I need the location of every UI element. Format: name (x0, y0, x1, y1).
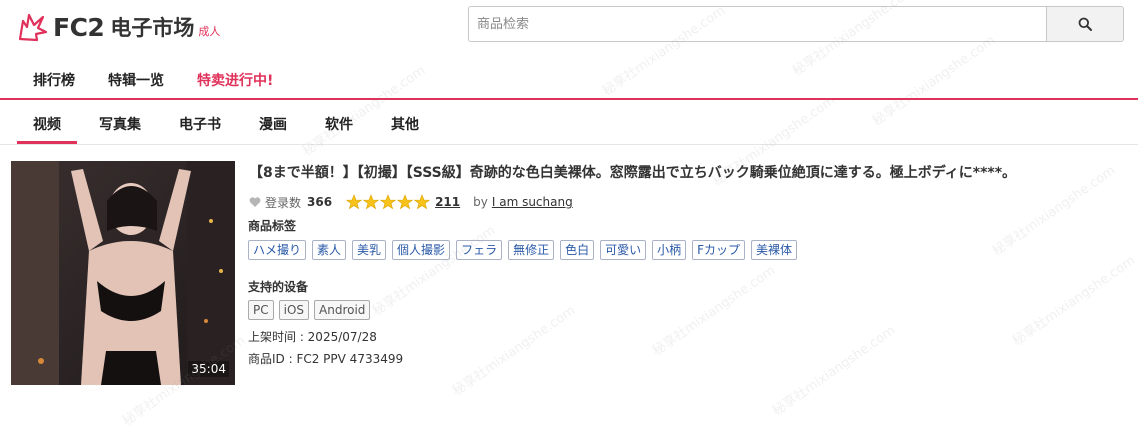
watermark: 秘享社mixiangshe.com (1010, 253, 1138, 350)
tag-item[interactable]: 無修正 (508, 240, 555, 260)
top-nav: 排行榜 特辑一览 特卖进行中! (0, 60, 1138, 100)
tag-item[interactable]: 色白 (560, 240, 595, 260)
tag-item[interactable]: フェラ (456, 240, 503, 260)
search-button[interactable] (1046, 6, 1124, 42)
star-icon (380, 194, 397, 210)
release-date: 上架时间 : 2025/07/28 (248, 330, 377, 344)
tab-other[interactable]: 其他 (391, 114, 419, 134)
tag-item[interactable]: 美乳 (352, 240, 387, 260)
device-list: PC iOS Android (248, 300, 375, 320)
video-duration: 35:04 (188, 361, 229, 377)
device-badge: Android (314, 300, 371, 320)
devices-label: 支持的设备 (248, 280, 309, 294)
active-tab-indicator (17, 141, 77, 144)
logo-text: FC2 (53, 13, 105, 42)
header: FC2 电子市场 成人 (0, 0, 1138, 52)
device-badge: iOS (278, 300, 310, 320)
logo-icon (18, 13, 48, 42)
tab-comic[interactable]: 漫画 (259, 114, 287, 134)
product-meta: 登录数 366 211 by I am suchang (249, 193, 573, 211)
tab-photobook[interactable]: 写真集 (99, 114, 141, 134)
watermark: 秘享社mixiangshe.com (770, 323, 899, 420)
device-badge: PC (248, 300, 274, 320)
star-icon (346, 194, 363, 210)
tag-item[interactable]: 可愛い (600, 240, 647, 260)
tab-ebook[interactable]: 电子书 (179, 114, 221, 134)
watermark: 秘享社mixiangshe.com (450, 303, 579, 400)
tab-software[interactable]: 软件 (325, 114, 353, 134)
heart-icon[interactable] (249, 196, 261, 208)
tag-item[interactable]: Fカップ (692, 240, 746, 260)
watermark: 秘享社mixiangshe.com (650, 263, 779, 360)
tag-item[interactable]: ハメ撮り (248, 240, 307, 260)
nav-ranking[interactable]: 排行榜 (33, 70, 75, 90)
thumbnail-image (11, 161, 235, 385)
tags-label: 商品标签 (248, 219, 297, 233)
review-count-link[interactable]: 211 (435, 195, 460, 209)
nav-features[interactable]: 特辑一览 (108, 70, 164, 90)
by-label: by (473, 195, 488, 209)
site-logo[interactable]: FC2 电子市场 成人 (17, 9, 220, 43)
favorite-label: 登录数 (265, 195, 302, 210)
tag-item[interactable]: 美裸体 (751, 240, 798, 260)
search-bar (468, 6, 1124, 42)
logo-market-text: 电子市场 (110, 16, 195, 40)
rating-stars (346, 194, 431, 210)
nav-sale[interactable]: 特卖进行中! (197, 70, 273, 90)
logo-adult-text: 成人 (198, 25, 221, 38)
tag-item[interactable]: 小柄 (652, 240, 687, 260)
tag-list: ハメ撮り 素人 美乳 個人撮影 フェラ 無修正 色白 可愛い 小柄 Fカップ 美… (248, 240, 803, 260)
search-input[interactable] (468, 6, 1046, 42)
star-icon (414, 194, 431, 210)
watermark: 秘享社mixiangshe.com (370, 223, 499, 320)
tab-video[interactable]: 视频 (33, 114, 61, 134)
tag-item[interactable]: 個人撮影 (392, 240, 451, 260)
category-tabs: 视频 写真集 电子书 漫画 软件 其他 (0, 102, 1138, 145)
search-icon (1078, 17, 1092, 31)
product-thumbnail[interactable]: 35:04 (11, 161, 235, 385)
product-title[interactable]: 【8まで半額！】【初撮】【SSS級】奇跡的な色白美裸体。窓際露出で立ちバック騎乗… (249, 162, 1129, 182)
favorite-count: 366 (307, 195, 333, 209)
tag-item[interactable]: 素人 (312, 240, 347, 260)
star-icon (397, 194, 414, 210)
product-id: 商品ID : FC2 PPV 4733499 (248, 352, 404, 366)
author-link[interactable]: I am suchang (492, 195, 573, 209)
star-icon (363, 194, 380, 210)
